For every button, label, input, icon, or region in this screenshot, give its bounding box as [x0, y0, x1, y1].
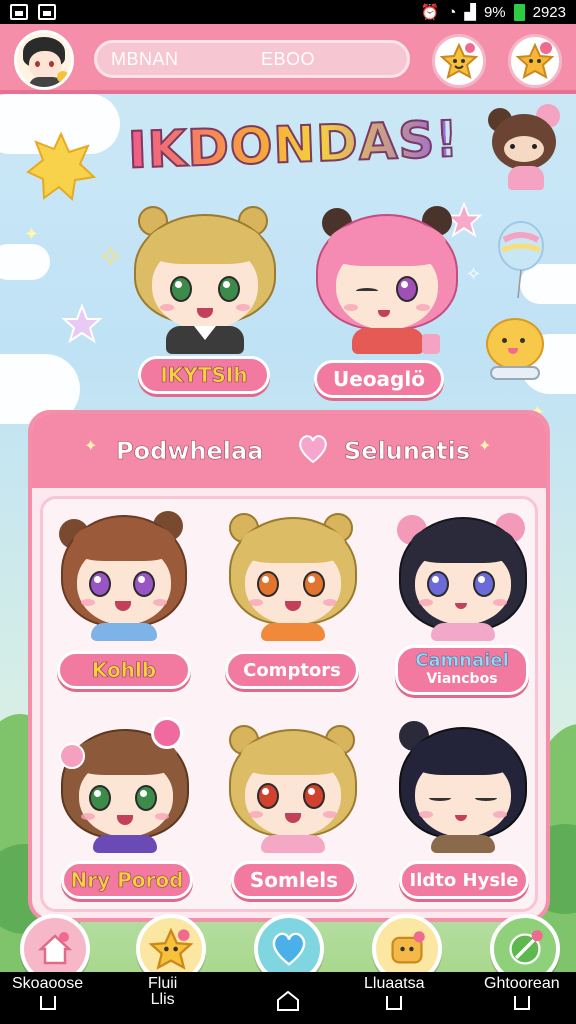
- sparkle-icon: ✦: [478, 436, 492, 455]
- character-card-4[interactable]: [57, 717, 193, 853]
- panel-left-title[interactable]: Podwhelaa: [116, 437, 264, 466]
- character-card-3-name: Camnaiel: [415, 650, 509, 671]
- status-bar: ⏰ ◔ ▟ 9% 2923: [0, 0, 576, 24]
- bear-mascot: [488, 104, 564, 194]
- nav-item-3[interactable]: Lluaatsa: [364, 976, 425, 1010]
- sparkle-icon: ✦: [84, 436, 98, 455]
- panel-right-title[interactable]: Selunatis: [344, 437, 471, 466]
- sun-icon: [26, 132, 96, 202]
- system-nav-bar: Skoaoose Fluii Llis Lluaatsa Ghtoorean: [0, 972, 576, 1024]
- nav-item-4[interactable]: Ghtoorean: [484, 976, 560, 1010]
- game-title: IKDONDAS!: [126, 109, 461, 181]
- flower-icon: [151, 717, 183, 749]
- sparkle-icon: ✦: [24, 224, 40, 245]
- back-icon: [513, 996, 530, 1010]
- signal-icon: ▟: [464, 4, 476, 21]
- sparkle-icon: ✧: [98, 240, 124, 275]
- balloon-icon: [498, 221, 544, 299]
- character-card-5-label[interactable]: Somlels: [231, 861, 357, 899]
- character-grid: Kohlb Comptors Camnaiel Viancbos Nry Por…: [40, 496, 538, 912]
- recents-icon: [386, 996, 403, 1010]
- character-card-3-label[interactable]: Camnaiel Viancbos: [395, 645, 529, 695]
- game-screen: MBNAN EBOO ✦ ✧ ✦ ✧: [0, 24, 576, 972]
- star-icon: [62, 304, 102, 344]
- star-gift-icon[interactable]: [508, 34, 562, 88]
- nav-item-2-label: Fluii: [148, 975, 178, 992]
- character-card-6[interactable]: [395, 717, 531, 853]
- battery-icon: [513, 3, 525, 21]
- nav-home[interactable]: [276, 990, 300, 1016]
- search-bar[interactable]: MBNAN EBOO: [94, 40, 410, 78]
- character-card-2-label[interactable]: Comptors: [225, 651, 359, 689]
- character-card-6-label[interactable]: Ildto Hysle: [399, 861, 529, 899]
- player-avatar[interactable]: [14, 30, 74, 90]
- wifi-icon: ◔: [447, 3, 457, 21]
- character-panel: Podwhelaa Selunatis ✦ ✦ Kohlb Comptors C…: [28, 410, 550, 922]
- featured-character-2[interactable]: [312, 204, 462, 354]
- featured-character-1[interactable]: [130, 204, 280, 354]
- character-card-1[interactable]: [57, 505, 193, 641]
- favorites-button[interactable]: [254, 914, 324, 972]
- character-card-2[interactable]: [225, 505, 361, 641]
- search-left-text: MBNAN: [111, 48, 179, 69]
- gallery-notification-icon: [10, 4, 28, 20]
- heart-icon: [272, 932, 306, 966]
- bird-mascot: [480, 312, 550, 382]
- search-right-text: EBOO: [261, 48, 316, 69]
- character-card-4-label[interactable]: Nry Porod: [61, 861, 193, 899]
- tray-icon: [39, 996, 56, 1010]
- flower-icon: [59, 743, 85, 769]
- home-outline-icon: [277, 990, 299, 1011]
- star-buddy-icon[interactable]: [432, 34, 486, 88]
- nav-item-1[interactable]: Skoaoose: [12, 976, 83, 1010]
- character-card-3[interactable]: [395, 505, 531, 641]
- nav-item-2-sublabel: Llis: [150, 991, 175, 1008]
- nav-item-3-label: Lluaatsa: [364, 975, 425, 992]
- character-card-5[interactable]: [225, 717, 361, 853]
- nav-item-1-label: Skoaoose: [12, 975, 84, 992]
- featured-character-1-label[interactable]: IKYTSIh: [138, 356, 270, 394]
- star-face-icon: [149, 927, 193, 970]
- character-card-3-subtitle: Viancbos: [426, 671, 498, 687]
- clock: 2923: [532, 3, 566, 21]
- character-card-1-label[interactable]: Kohlb: [57, 651, 191, 689]
- signal-text: 9%: [483, 3, 506, 21]
- toast-icon: [391, 931, 425, 964]
- featured-character-2-label[interactable]: Ueoaglö: [314, 360, 444, 398]
- photo-notification-icon: [38, 4, 56, 20]
- panel-header: Podwhelaa Selunatis ✦ ✦: [32, 414, 546, 488]
- star-shop-button[interactable]: [136, 914, 206, 972]
- sparkle-icon: ✧: [466, 264, 482, 285]
- heart-icon: [299, 435, 327, 464]
- nav-item-4-label: Ghtoorean: [484, 975, 560, 992]
- nav-item-2[interactable]: Fluii Llis: [148, 976, 177, 1008]
- wand-icon: [509, 930, 543, 965]
- cloud: [0, 244, 50, 280]
- toast-button[interactable]: [372, 914, 442, 972]
- home-icon: [37, 932, 73, 965]
- top-bar: MBNAN EBOO: [0, 24, 576, 94]
- alarm-icon: ⏰: [420, 4, 440, 21]
